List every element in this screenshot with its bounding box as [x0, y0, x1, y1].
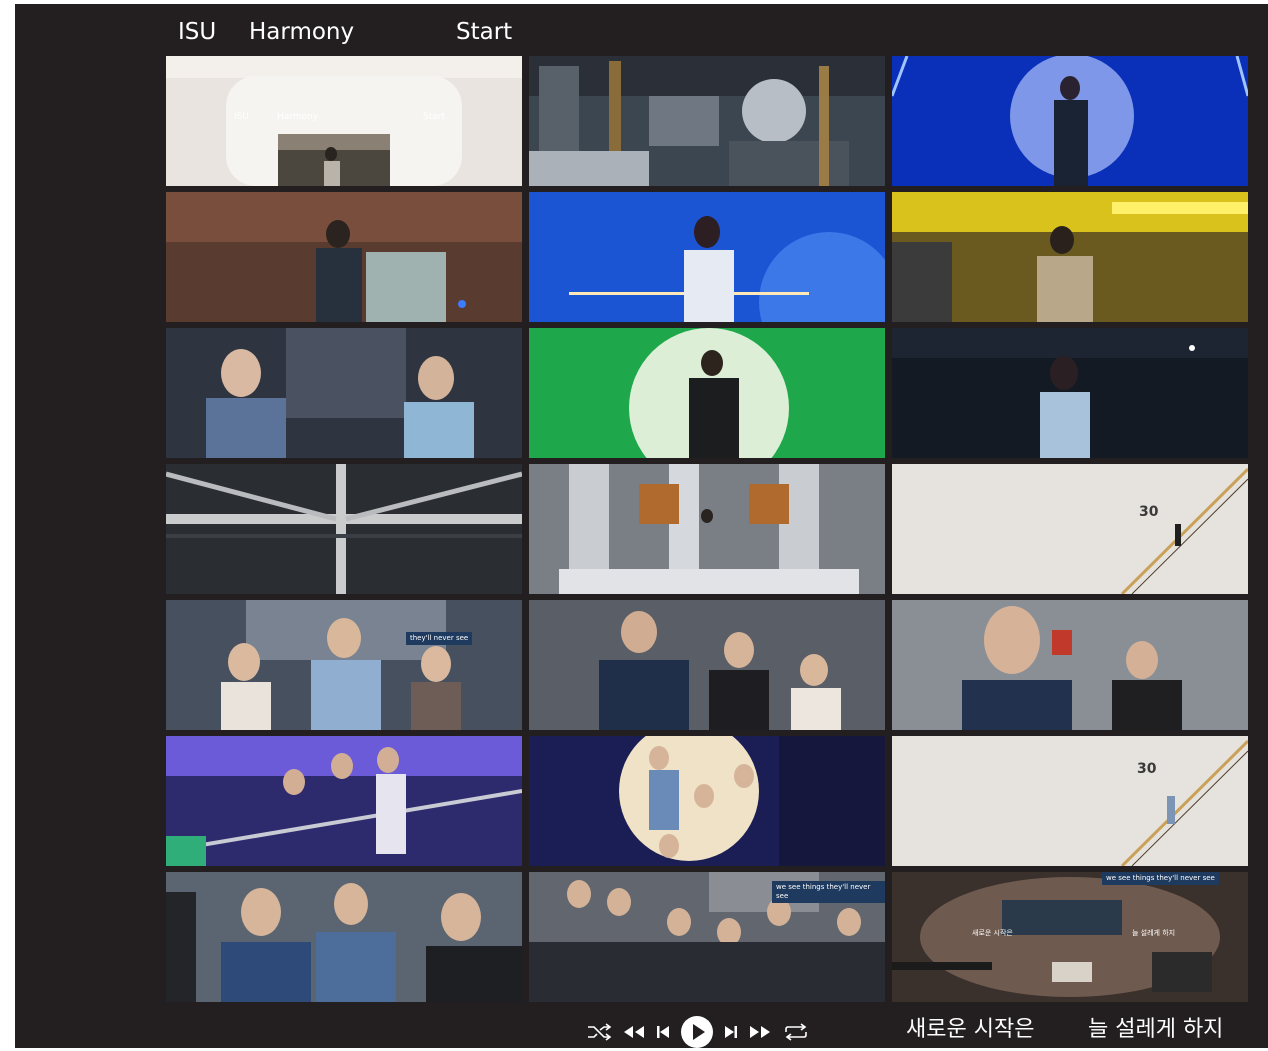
lyric-left: 새로운 시작은	[906, 1017, 1035, 1042]
thumb-text-harmony: Harmony	[277, 112, 319, 122]
rewind-icon[interactable]	[622, 1025, 646, 1039]
thumbnail-singing-closeup[interactable]	[892, 600, 1248, 730]
thumbnail-two-men[interactable]	[166, 328, 522, 458]
title-isu: ISU	[178, 19, 217, 45]
thumbnail-blue-spotlight[interactable]	[892, 56, 1248, 186]
thumb-sign-text: they'll never see	[406, 632, 473, 645]
thumbnail-grid: ISU Harmony Start 30 they'll never see 3…	[166, 56, 1248, 1002]
thumbnail-stage-room[interactable]: we see things they'll never see 새로운 시작은 …	[892, 872, 1248, 1002]
thumbnail-crowd-singing[interactable]: we see things they'll never see	[529, 872, 885, 1002]
thumbnail-stage-man[interactable]	[166, 192, 522, 322]
thumbnail-group-laughing[interactable]: they'll never see	[166, 600, 522, 730]
thumb-sign-text-2: we see things they'll never see	[772, 881, 885, 903]
thumbnail-tank-stairs-2[interactable]: 30	[892, 736, 1248, 866]
skip-previous-icon[interactable]	[656, 1025, 670, 1039]
thumbnail-balcony-purple[interactable]	[166, 736, 522, 866]
skip-next-icon[interactable]	[724, 1025, 738, 1039]
thumbnail-stairs-crowd[interactable]	[529, 736, 885, 866]
stage-lyric-right: 늘 설레게 하지	[1132, 929, 1176, 937]
thumbnail-yellow-hall[interactable]	[892, 192, 1248, 322]
play-circle-icon[interactable]	[680, 1015, 714, 1049]
lyric-right: 늘 설레게 하지	[1088, 1017, 1224, 1042]
thumb-text-isu: ISU	[234, 112, 249, 122]
thumbnail-dark-woman[interactable]	[892, 328, 1248, 458]
repeat-icon[interactable]	[782, 1023, 810, 1041]
thumbnail-pipes[interactable]	[529, 464, 885, 594]
thumbnail-tank-stairs[interactable]: 30	[892, 464, 1248, 594]
stage-lyric-left: 새로운 시작은	[972, 929, 1013, 937]
player-controls	[586, 1016, 810, 1048]
thumbnail-factory[interactable]	[529, 56, 885, 186]
tank-number-label: 30	[1139, 504, 1159, 520]
fast-forward-icon[interactable]	[748, 1025, 772, 1039]
thumbnail-blue-woman[interactable]	[529, 192, 885, 322]
title-harmony: Harmony	[249, 19, 355, 45]
thumbnail-white-tunnel[interactable]: ISU Harmony Start	[166, 56, 522, 186]
title-start: Start	[456, 19, 513, 45]
thumbnail-overhead-beams[interactable]	[166, 464, 522, 594]
video-frame: ISU Harmony Start ISU Harmony Start 30 t…	[15, 4, 1268, 1048]
thumbnail-three-men[interactable]	[166, 872, 522, 1002]
thumbnail-group-navy[interactable]	[529, 600, 885, 730]
shuffle-icon[interactable]	[586, 1023, 612, 1041]
thumb-sign-text-3: we see things they'll never see	[1102, 872, 1219, 885]
tank-number-label-2: 30	[1137, 761, 1157, 777]
thumbnail-green-spotlight[interactable]	[529, 328, 885, 458]
thumb-text-start: Start	[423, 112, 445, 122]
